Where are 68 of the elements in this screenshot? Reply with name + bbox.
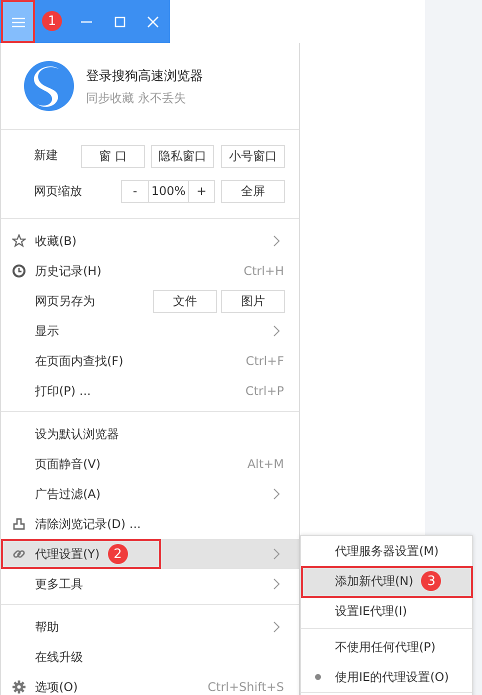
menu-item[interactable]: 显示	[1, 316, 299, 346]
close-icon	[146, 16, 160, 28]
zoom-in-button[interactable]: +	[188, 180, 215, 203]
menu-item[interactable]: 收藏(B)	[1, 226, 299, 256]
star-icon	[12, 234, 26, 248]
shortcut-text: Ctrl+F	[246, 353, 284, 370]
logo-icon	[23, 60, 75, 112]
annotation-badge: 3	[421, 571, 442, 591]
save-as-button[interactable]: 文件	[153, 290, 217, 312]
shortcut-text: Ctrl+H	[244, 263, 284, 280]
menu-item[interactable]: 代理设置(Y) 2	[1, 539, 299, 569]
menu-item-label: 网页另存为	[35, 293, 95, 310]
menu-item[interactable]: 历史记录(H) Ctrl+H	[1, 256, 299, 286]
maximize-icon	[114, 16, 126, 28]
account-title[interactable]: 登录搜狗高速浏览器	[86, 67, 203, 86]
menu-item-label: 打印(P) ...	[35, 383, 91, 400]
menu-item-label: 选项(O)	[35, 679, 78, 695]
menu-item[interactable]: 设为默认浏览器	[1, 419, 299, 449]
submenu-item[interactable]: 添加新代理(N) 3	[301, 566, 472, 596]
menu-item[interactable]: 在页面内查找(F) Ctrl+F	[1, 346, 299, 376]
account-subtitle: 同步收藏 永不丢失	[86, 90, 186, 107]
menu-item-label: 页面静音(V)	[35, 456, 101, 473]
window-button[interactable]: 隐私窗口	[151, 145, 214, 168]
zoom-value: 100%	[148, 180, 189, 203]
eraser-icon	[12, 517, 26, 531]
menu-item[interactable]: 打印(P) ... Ctrl+P	[1, 376, 299, 406]
menu-item-label: 在页面内查找(F)	[35, 353, 124, 370]
annotation-badge: 2	[108, 544, 128, 564]
menu-item-label: 收藏(B)	[35, 233, 77, 250]
shortcut-text: Ctrl+Shift+S	[208, 679, 284, 695]
submenu-item[interactable]: 使用IE的代理设置(O)	[301, 662, 472, 692]
clock-icon	[12, 264, 26, 278]
menu-item-label: 广告过滤(A)	[35, 486, 101, 503]
submenu-item[interactable]: 设置IE代理(I)	[301, 596, 472, 626]
menu-item[interactable]: 广告过滤(A)	[1, 479, 299, 509]
submenu-item-label: 设置IE代理(I)	[335, 603, 408, 620]
menu-item-label: 在线升级	[35, 649, 83, 666]
shortcut-text: Ctrl+P	[245, 383, 284, 400]
menu-item[interactable]: 网页另存为 文件 图片	[1, 286, 299, 316]
submenu-item-label: 代理服务器设置(M)	[335, 543, 439, 560]
window-button[interactable]: 小号窗口	[221, 145, 285, 168]
row-label: 网页缩放	[34, 183, 82, 200]
menu-item-label: 设为默认浏览器	[35, 426, 119, 443]
submenu-item-label: 使用IE的代理设置(O)	[335, 669, 449, 686]
menu-item[interactable]: 清除浏览记录(D) ...	[1, 509, 299, 539]
menu-item[interactable]: 选项(O) Ctrl+Shift+S	[1, 672, 299, 695]
submenu-item-label: 添加新代理(N)	[335, 573, 414, 590]
fullscreen-button[interactable]: 全屏	[221, 180, 285, 203]
menu-item-label: 清除浏览记录(D) ...	[35, 516, 141, 533]
menu-item-label: 显示	[35, 323, 59, 340]
menu-item[interactable]: 帮助	[1, 612, 299, 642]
save-as-button[interactable]: 图片	[221, 290, 285, 312]
menu-item-label: 历史记录(H)	[35, 263, 102, 280]
submenu-item-label: 不使用任何代理(P)	[335, 639, 436, 656]
menu-item[interactable]: 页面静音(V) Alt+M	[1, 449, 299, 479]
menu-item-label: 更多工具	[35, 576, 83, 593]
submenu-item[interactable]: 不使用任何代理(P)	[301, 632, 472, 662]
menu-item-label: 帮助	[35, 619, 59, 636]
zoom-out-button[interactable]: -	[121, 180, 149, 203]
menu-item[interactable]: 在线升级	[1, 642, 299, 672]
menu-item-label: 代理设置(Y)	[35, 546, 100, 563]
menu-item[interactable]: 更多工具	[1, 569, 299, 599]
submenu-item[interactable]: 代理服务器设置(M)	[301, 536, 472, 566]
shortcut-text: Alt+M	[247, 456, 284, 473]
window-button[interactable]: 窗 口	[81, 145, 145, 168]
menu-icon	[12, 17, 25, 28]
link-icon	[12, 547, 26, 561]
row-label: 新建	[34, 147, 58, 164]
